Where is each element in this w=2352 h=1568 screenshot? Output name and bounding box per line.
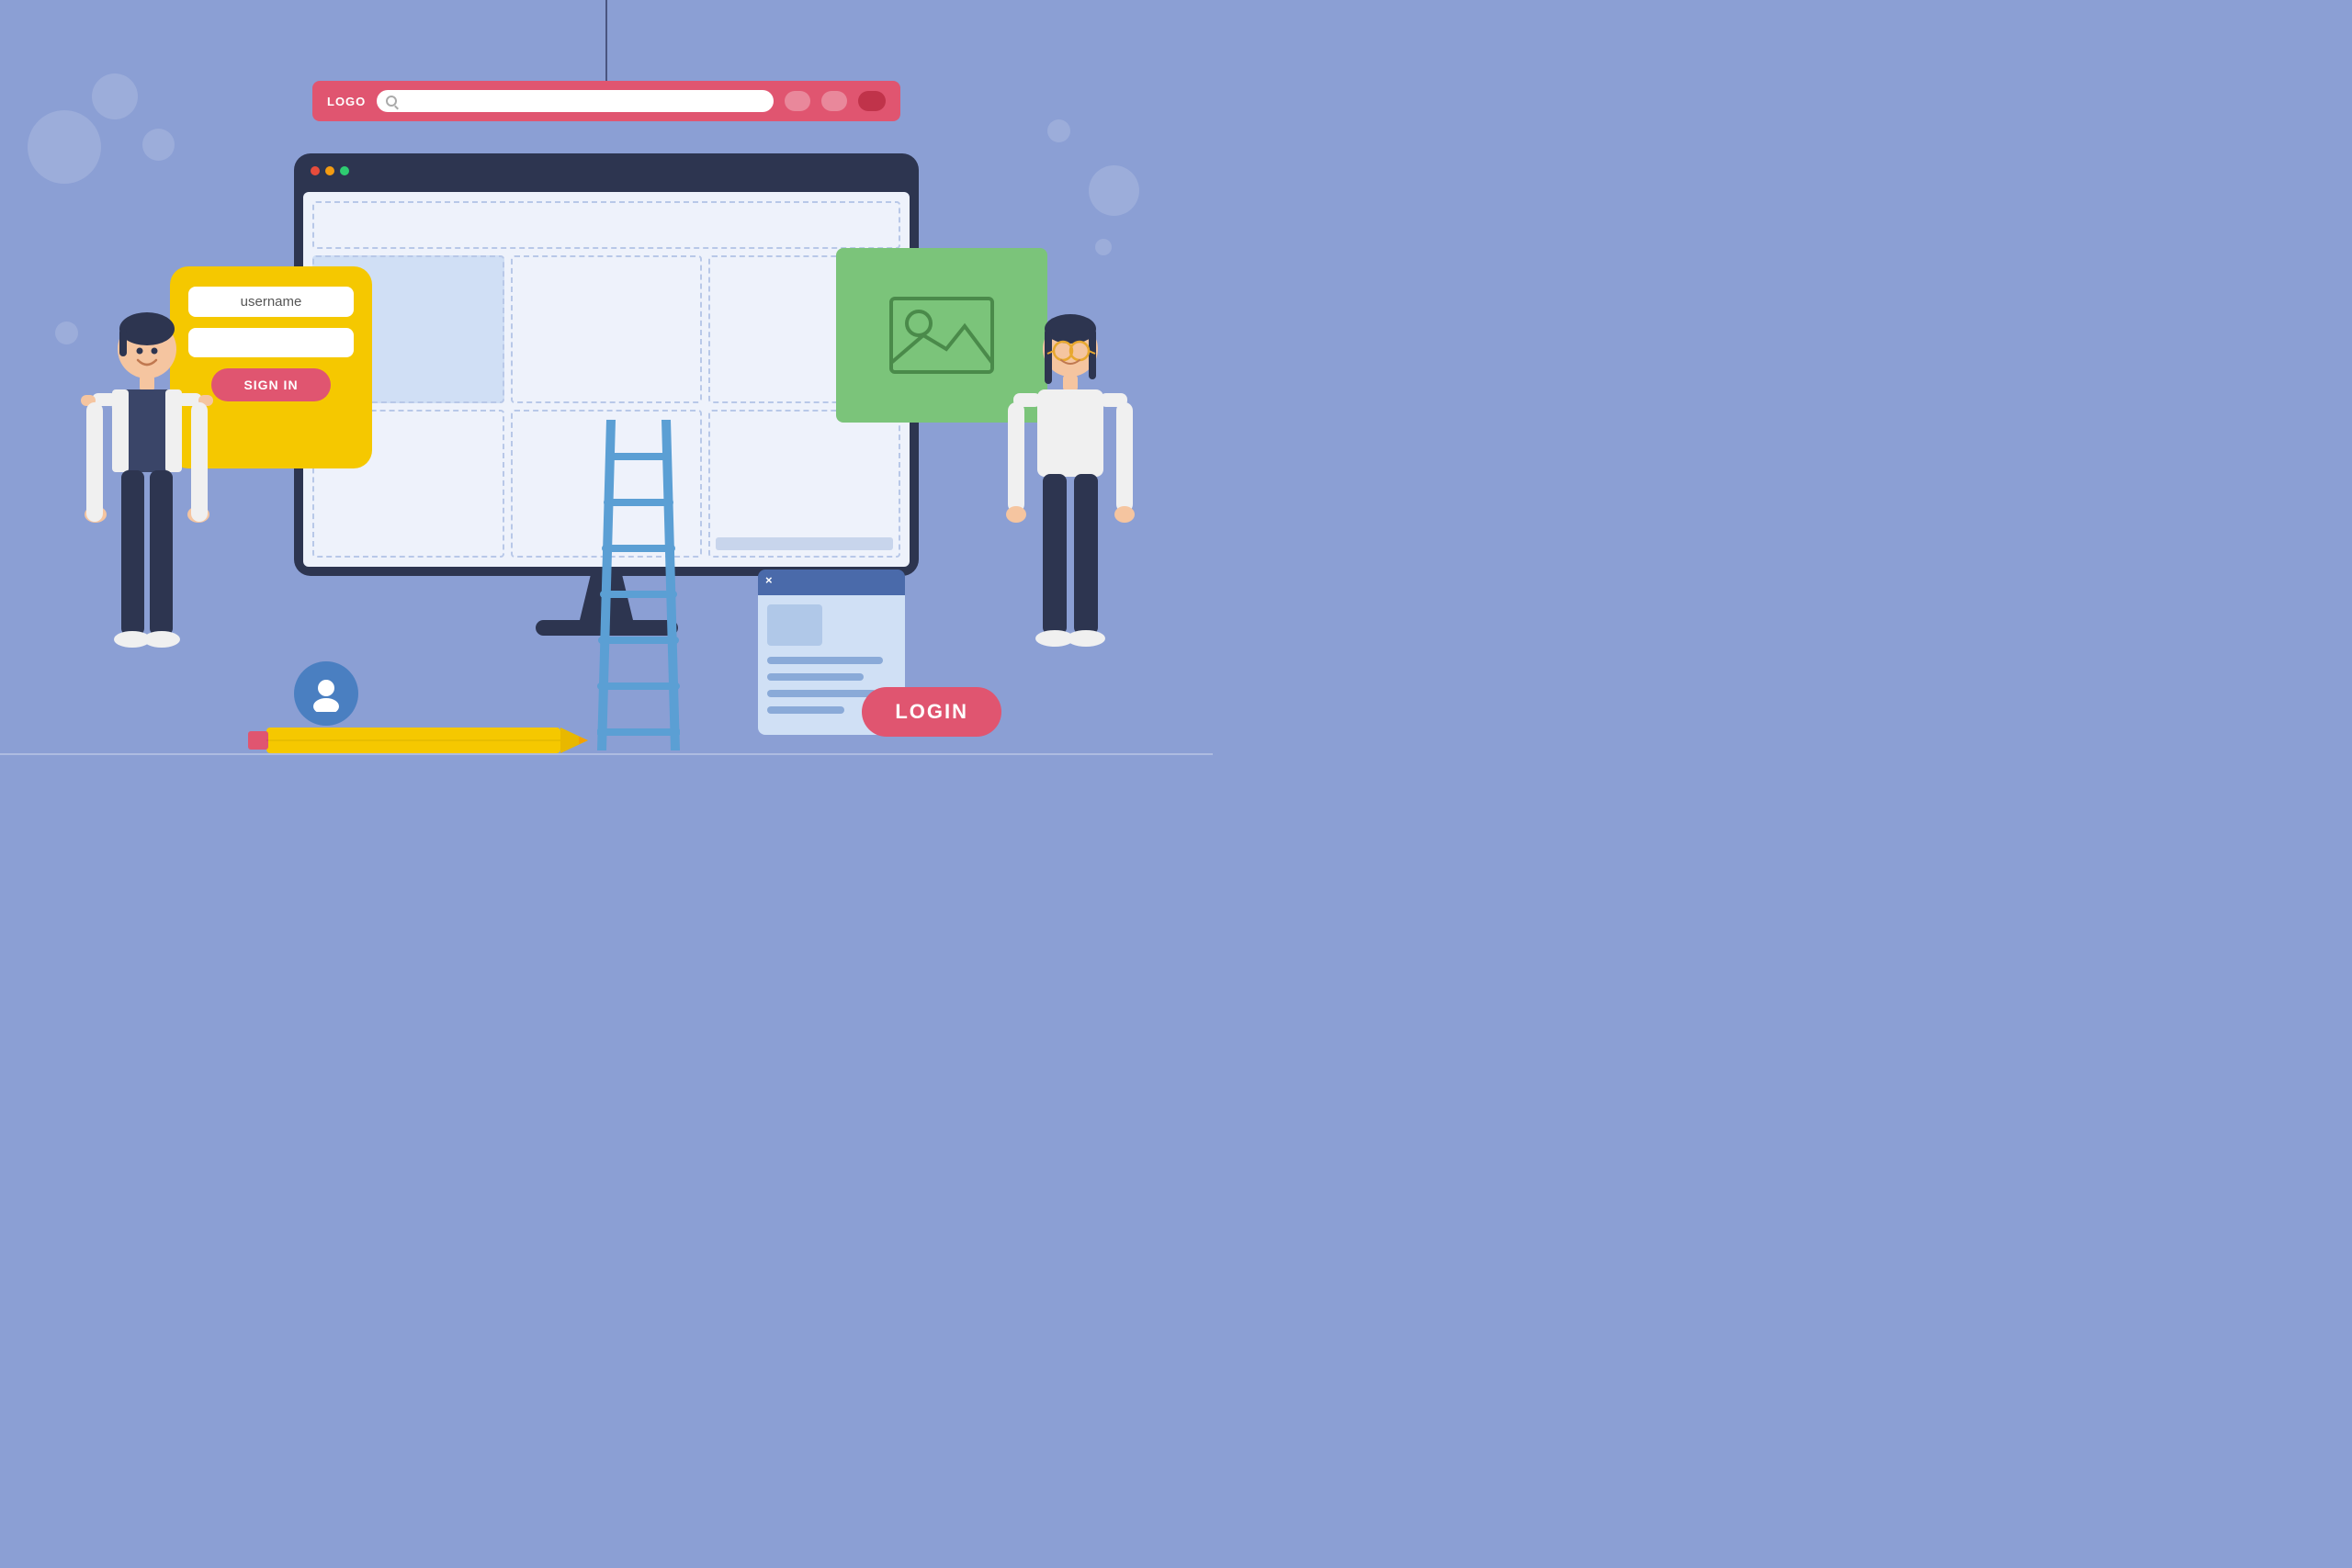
- bubble-2: [92, 73, 138, 119]
- bubble-3: [142, 129, 175, 161]
- ladder: [597, 420, 680, 755]
- bubble-1: [28, 110, 101, 184]
- hanging-wire: [605, 0, 607, 85]
- person-right: [997, 294, 1144, 753]
- dialog-line-3: [767, 690, 876, 697]
- browser-logo: LOGO: [327, 95, 366, 108]
- dot-green: [340, 166, 349, 175]
- browser-btn-3[interactable]: [858, 91, 886, 111]
- image-icon: [887, 294, 997, 377]
- person-left-svg: [74, 294, 220, 753]
- browser-btn-2[interactable]: [821, 91, 847, 111]
- search-icon: [386, 96, 397, 107]
- bubble-7: [1047, 119, 1070, 142]
- user-avatar-icon: [294, 661, 358, 726]
- bubble-6: [1089, 165, 1139, 216]
- dialog-line-2: [767, 673, 864, 681]
- person-right-svg: [997, 294, 1144, 753]
- pencil: [248, 724, 597, 757]
- dialog-line-1: [767, 657, 883, 664]
- dot-red: [311, 166, 320, 175]
- dialog-image-area: [767, 604, 822, 646]
- person-left: [74, 294, 220, 753]
- dialog-close-icon: ×: [765, 573, 773, 587]
- screen-gray-bar: [716, 537, 893, 550]
- browser-search-bar[interactable]: [377, 90, 774, 112]
- screen-cell-2: [511, 255, 703, 403]
- screen-cell-6: [708, 410, 900, 558]
- browser-btn-1[interactable]: [785, 91, 810, 111]
- dialog-line-4: [767, 706, 844, 714]
- monitor-window-controls: [311, 166, 349, 175]
- login-button[interactable]: LOGIN: [862, 687, 1001, 737]
- browser-toolbar: LOGO: [312, 81, 900, 121]
- dot-yellow: [325, 166, 334, 175]
- signin-button[interactable]: SIGN IN: [211, 368, 331, 401]
- bubble-8: [1095, 239, 1112, 255]
- screen-topbar: [312, 201, 900, 249]
